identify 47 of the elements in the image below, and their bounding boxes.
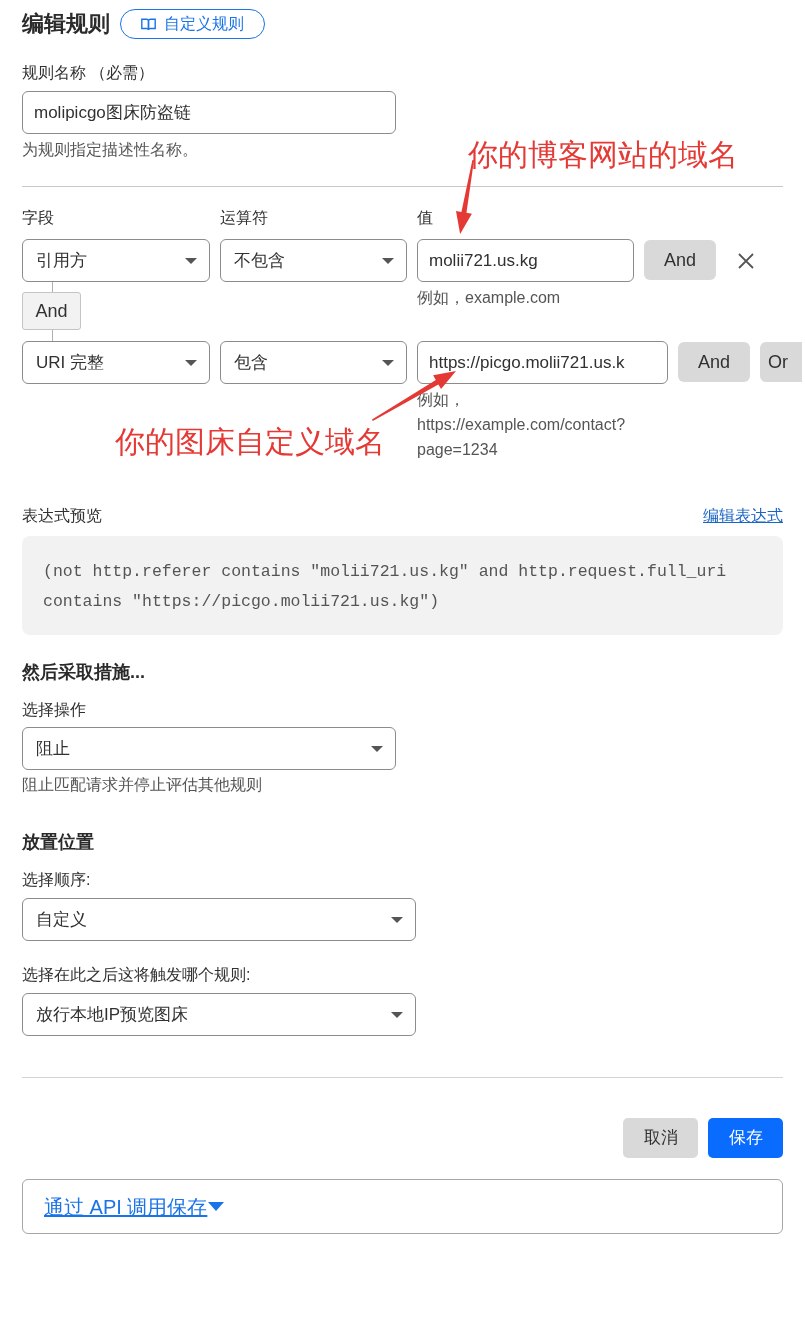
helper-text: 例如，https://example.com/contact?page=1234 — [417, 390, 627, 460]
text-input[interactable]: molipicgo图床防盗链 — [22, 91, 396, 134]
select-dropdown[interactable]: 放行本地IP预览图床 — [22, 993, 416, 1036]
rule-type-pill[interactable]: 自定义规则 — [120, 9, 265, 39]
field-label: 规则名称 （必需） — [22, 63, 155, 83]
select-dropdown[interactable]: 包含 — [220, 341, 407, 384]
select-dropdown[interactable]: 不包含 — [220, 239, 407, 282]
caret-icon — [371, 745, 383, 752]
annotation-text: 你的博客网站的域名 — [468, 137, 738, 173]
section-heading: 然后采取措施... — [22, 661, 145, 683]
page-title: 编辑规则 — [22, 10, 110, 38]
save-button[interactable]: 保存 — [708, 1118, 783, 1158]
caret-icon — [185, 359, 197, 366]
section-label: 表达式预览 — [22, 506, 102, 526]
caret-icon — [382, 359, 394, 366]
logic-button[interactable]: And — [644, 240, 717, 280]
edit-expression-link[interactable]: 编辑表达式 — [703, 505, 783, 527]
select-dropdown[interactable]: 阻止 — [22, 727, 396, 770]
helper-text: 例如，example.com — [417, 288, 562, 308]
column-label: 运算符 — [220, 209, 268, 226]
caret-icon — [391, 916, 403, 923]
helper-text: 为规则指定描述性名称。 — [22, 140, 198, 160]
field-label: 选择顺序: — [22, 870, 91, 890]
expression-preview: (not http.referer contains "molii721.us.kg" and http.request.full_uri contains "https://picgo.molii721.us.kg") — [22, 536, 783, 635]
caret-icon[interactable] — [208, 1202, 225, 1211]
logic-button[interactable]: And — [678, 342, 751, 382]
annotation-text: 你的图床自定义域名 — [115, 424, 385, 460]
field-label: 选择在此之后这将触发哪个规则: — [22, 965, 251, 985]
select-dropdown[interactable]: 自定义 — [22, 898, 416, 941]
caret-icon — [391, 1011, 403, 1018]
caret-icon — [185, 257, 197, 264]
select-dropdown[interactable]: URI 完整 — [22, 341, 210, 384]
select-dropdown[interactable]: 引用方 — [22, 239, 210, 282]
helper-text: 阻止匹配请求并停止评估其他规则 — [22, 775, 262, 795]
caret-icon — [382, 257, 394, 264]
text-input[interactable]: https://picgo.molii721.us.k — [417, 341, 668, 384]
logic-operator-button[interactable]: And — [22, 292, 81, 330]
logic-button[interactable]: Or — [760, 342, 803, 382]
column-label: 字段 — [22, 209, 54, 226]
field-label: 选择操作 — [22, 700, 86, 720]
column-label: 值 — [417, 209, 433, 226]
text-input[interactable]: molii721.us.kg — [417, 239, 634, 282]
section-heading: 放置位置 — [22, 831, 94, 853]
cancel-button[interactable]: 取消 — [623, 1118, 698, 1158]
close-icon[interactable] — [738, 253, 755, 269]
book-icon — [141, 17, 156, 31]
api-save-link[interactable]: 通过 API 调用保存 — [44, 1193, 208, 1220]
